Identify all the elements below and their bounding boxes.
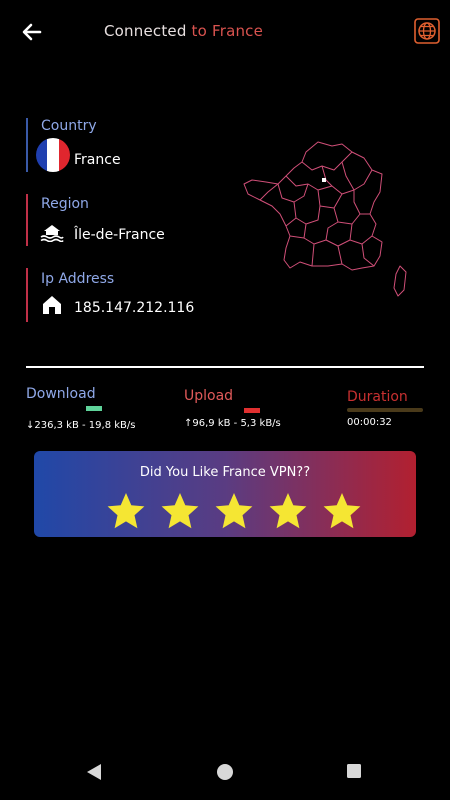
upload-indicator <box>244 408 260 413</box>
nav-back-icon[interactable] <box>86 763 102 781</box>
star-icon-2[interactable] <box>160 491 200 531</box>
rating-title: Did You Like France VPN?? <box>139 465 311 480</box>
download-value: ↓236,3 kB - 19,8 kB/s <box>26 420 136 431</box>
download-indicator <box>86 406 102 411</box>
title-connected: Connected <box>104 22 187 40</box>
country-row: Country France <box>26 118 226 174</box>
country-accent-bar <box>26 118 28 172</box>
star-rating <box>106 491 362 531</box>
region-value: Île-de-France <box>74 227 165 243</box>
download-label: Download <box>26 386 96 402</box>
duration-value: 00:00:32 <box>347 417 392 428</box>
region-row: Region Île-de-France <box>26 194 226 248</box>
upload-value: ↑96,9 kB - 5,3 kB/s <box>184 418 281 429</box>
star-icon-1[interactable] <box>106 491 146 531</box>
paris-marker <box>322 178 326 182</box>
back-arrow-icon[interactable] <box>18 18 46 46</box>
home-icon <box>43 296 61 314</box>
region-label: Region <box>41 196 89 212</box>
star-icon-3[interactable] <box>214 491 254 531</box>
duration-bar <box>347 408 423 412</box>
page-title: Connected to France <box>104 22 263 40</box>
upload-label: Upload <box>184 388 234 404</box>
france-flag-icon <box>36 138 70 172</box>
region-icon <box>40 225 64 242</box>
star-icon-4[interactable] <box>268 491 308 531</box>
region-accent-bar <box>26 194 28 246</box>
title-to-country: to France <box>191 22 264 40</box>
ip-value: 185.147.212.116 <box>74 300 195 316</box>
star-icon-5[interactable] <box>322 491 362 531</box>
nav-recent-apps-icon[interactable] <box>346 763 362 779</box>
duration-label: Duration <box>347 389 408 405</box>
france-map <box>243 141 407 297</box>
country-value: France <box>74 152 121 168</box>
ip-accent-bar <box>26 268 28 322</box>
nav-home-icon[interactable] <box>216 763 234 781</box>
rating-card: Did You Like France VPN?? <box>34 451 416 537</box>
country-label: Country <box>41 118 97 134</box>
globe-icon[interactable] <box>414 18 440 44</box>
section-divider <box>26 366 424 368</box>
ip-row: Ip Address 185.147.212.116 <box>26 268 226 324</box>
ip-label: Ip Address <box>41 271 115 287</box>
